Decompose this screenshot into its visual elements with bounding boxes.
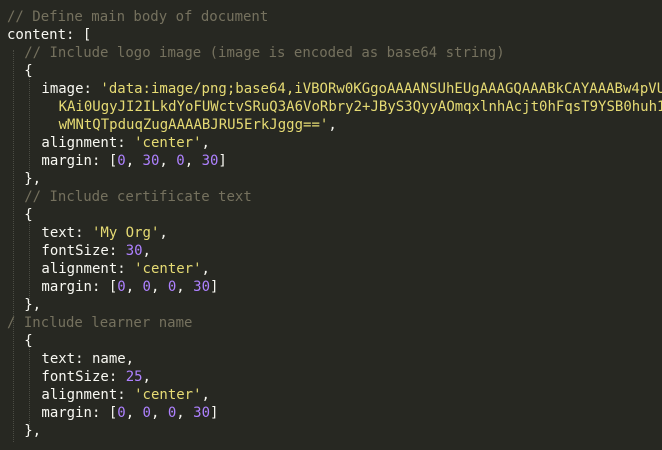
code-line[interactable]: image: 'data:image/png;base64,iVBORw0KGg… [41, 80, 662, 98]
code-token: alignment: [41, 135, 135, 151]
code-number: 0 [117, 405, 126, 421]
indent-guide [29, 76, 30, 176]
code-token: alignment: [41, 387, 135, 403]
code-comment: // Include certificate text [24, 189, 252, 205]
code-token: ] [218, 153, 227, 169]
code-token: { [24, 63, 33, 79]
code-token: , [142, 243, 151, 259]
code-line[interactable]: // Define main body of document [7, 8, 268, 26]
code-string: 'center' [134, 387, 202, 403]
code-token: , [176, 405, 194, 421]
code-number: 30 [193, 279, 210, 295]
code-token: content: [ [7, 27, 92, 43]
code-token: margin: [ [41, 405, 118, 421]
code-string: 'data:image/png;base64,iVBORw0KGgoAAAANS… [100, 81, 662, 97]
code-line[interactable]: KAi0UgyJI2ILkdYoFUWctvSRuQ3A6VoRbry2+JBy… [59, 98, 662, 116]
code-token: { [24, 207, 33, 223]
code-token: , [125, 153, 143, 169]
code-number: 25 [125, 369, 143, 385]
code-token: , [201, 261, 210, 277]
code-line[interactable]: alignment: 'center', [41, 386, 210, 404]
code-token: fontSize: [41, 243, 126, 259]
code-token: , [176, 279, 194, 295]
code-token: , [159, 225, 168, 241]
code-line[interactable]: content: [ [7, 26, 91, 44]
code-token: , [150, 279, 168, 295]
code-line[interactable]: text: name, [41, 350, 134, 368]
code-number: 30 [125, 243, 143, 259]
code-line[interactable]: }, [24, 170, 41, 188]
indent-guide [29, 220, 30, 302]
code-line[interactable]: // Include logo image (image is encoded … [24, 44, 504, 62]
code-number: 0 [117, 279, 126, 295]
code-string: 'My Org' [91, 225, 160, 241]
code-token: fontSize: [41, 369, 126, 385]
code-line[interactable]: wMNtQTpduqZugAAAABJRU5ErkJggg==', [59, 116, 337, 134]
code-token: , [201, 387, 210, 403]
code-line[interactable]: { [24, 206, 32, 224]
code-number: 30 [201, 153, 219, 169]
code-number: 0 [142, 279, 151, 295]
code-line[interactable]: }, [24, 296, 41, 314]
code-token: , [328, 117, 337, 133]
code-string: 'center' [134, 135, 202, 151]
code-token: }, [24, 297, 42, 313]
code-token: ] [210, 405, 219, 421]
code-line[interactable]: / Include learner name [7, 314, 192, 332]
code-line[interactable]: { [24, 62, 32, 80]
code-token: }, [24, 423, 42, 439]
code-line[interactable]: }, [24, 422, 41, 440]
code-token: , [142, 369, 151, 385]
code-token: margin: [ [41, 153, 118, 169]
code-string: 'center' [134, 261, 202, 277]
code-token: { [24, 333, 33, 349]
code-line[interactable]: margin: [0, 0, 0, 30] [41, 404, 218, 422]
code-line[interactable]: alignment: 'center', [41, 260, 210, 278]
indent-guide [13, 50, 14, 442]
code-editor[interactable]: // Define main body of document content: … [0, 0, 662, 450]
code-comment: // Define main body of document [7, 9, 269, 25]
code-number: 0 [142, 405, 151, 421]
code-line[interactable]: alignment: 'center', [41, 134, 210, 152]
code-token: text: name, [41, 351, 135, 367]
code-token: , [201, 135, 210, 151]
code-token: text: [41, 225, 92, 241]
code-token: , [159, 153, 177, 169]
code-token: , [184, 153, 202, 169]
code-comment: / Include learner name [7, 315, 193, 331]
code-line[interactable]: { [24, 332, 32, 350]
code-string: wMNtQTpduqZugAAAABJRU5ErkJggg==' [58, 117, 329, 133]
code-token: }, [24, 171, 42, 187]
code-token: margin: [ [41, 279, 118, 295]
code-number: 0 [176, 153, 185, 169]
code-token: ] [210, 279, 219, 295]
code-token: image: [41, 81, 101, 97]
code-line[interactable]: fontSize: 30, [41, 242, 151, 260]
code-number: 30 [193, 405, 210, 421]
indent-guide [29, 346, 30, 428]
code-token: , [125, 405, 143, 421]
code-string: KAi0UgyJI2ILkdYoFUWctvSRuQ3A6VoRbry2+JBy… [58, 99, 662, 115]
code-number: 0 [117, 153, 126, 169]
code-line[interactable]: text: 'My Org', [41, 224, 167, 242]
code-line[interactable]: margin: [0, 30, 0, 30] [41, 152, 226, 170]
code-token: , [150, 405, 168, 421]
code-line[interactable]: margin: [0, 0, 0, 30] [41, 278, 218, 296]
code-token: alignment: [41, 261, 135, 277]
code-number: 30 [142, 153, 160, 169]
code-line[interactable]: // Include certificate text [24, 188, 252, 206]
code-comment: // Include logo image (image is encoded … [24, 45, 505, 61]
code-token: , [125, 279, 143, 295]
code-line[interactable]: fontSize: 25, [41, 368, 151, 386]
